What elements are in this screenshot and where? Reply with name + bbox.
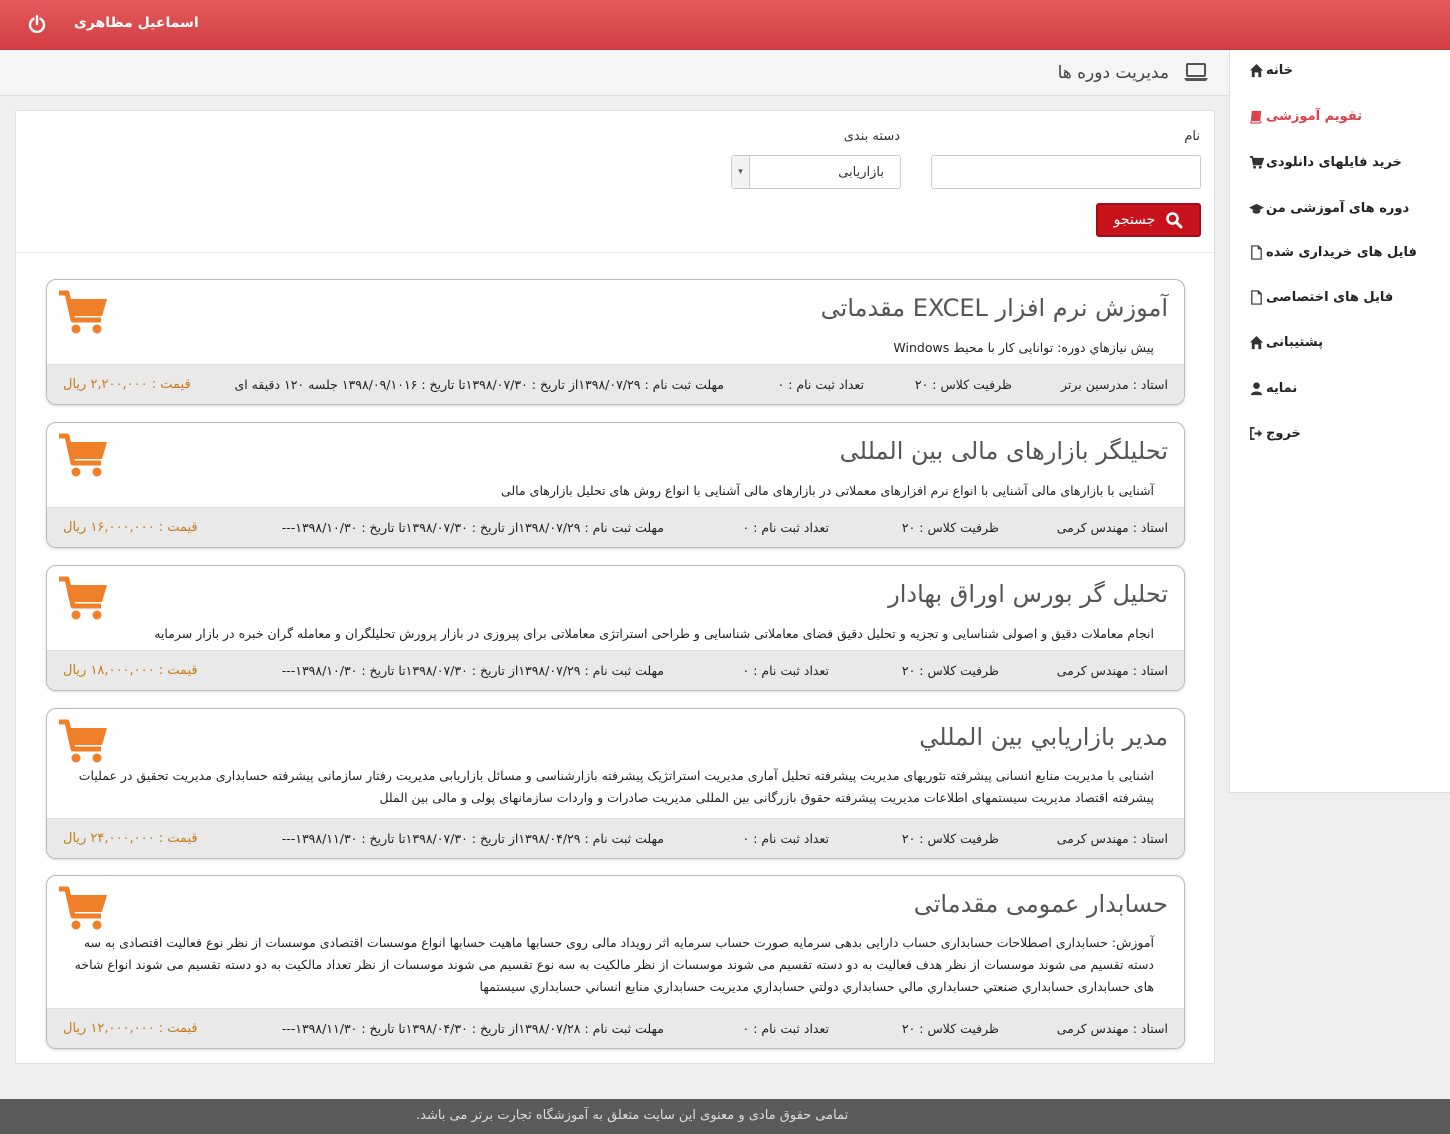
user-name[interactable]: اسماعیل مظاهری bbox=[74, 15, 199, 31]
category-select-value: بازاریابی bbox=[838, 165, 884, 180]
footer: تمامی حقوق مادی و معنوی این سایت متعلق ب… bbox=[0, 1099, 1450, 1134]
laptop-icon bbox=[1183, 61, 1209, 83]
home-icon bbox=[1246, 60, 1266, 80]
course-teacher: استاد : مهندس کرمی bbox=[1056, 663, 1168, 678]
sidebar-item-label: دوره های آموزشی من bbox=[1266, 200, 1410, 216]
sidebar-item-my-courses[interactable]: دوره های آموزشی من bbox=[1236, 188, 1436, 228]
course-description: آشنایی با بازارهای مالی آشنایی با انواع … bbox=[500, 483, 1154, 498]
course-capacity: ظرفیت کلاس : ۲۰ bbox=[901, 831, 999, 846]
search-button[interactable]: جستجو bbox=[1096, 203, 1201, 237]
course-capacity: ظرفیت کلاس : ۲۰ bbox=[901, 1021, 999, 1036]
sidebar-item-label: خرید فایلهای دانلودی bbox=[1266, 154, 1402, 170]
course-meta: استاد : مهندس کرمی ظرفیت کلاس : ۲۰ تعداد… bbox=[47, 650, 1184, 690]
search-form: نام دسته بندی ▾ بازاریابی جستجو bbox=[16, 111, 1214, 253]
course-capacity: ظرفیت کلاس : ۲۰ bbox=[901, 520, 999, 535]
name-label: نام bbox=[1184, 129, 1200, 144]
chevron-down-icon: ▾ bbox=[732, 156, 750, 188]
main-panel: نام دسته بندی ▾ بازاریابی جستجو آموزش نر… bbox=[15, 110, 1215, 1064]
sidebar-item-profile[interactable]: نمایه bbox=[1236, 368, 1436, 408]
course-price: قیمت : ۱۶,۰۰۰,۰۰۰ ریال bbox=[63, 520, 198, 535]
course-capacity: ظرفیت کلاس : ۲۰ bbox=[914, 377, 1012, 392]
course-price: قیمت : ۱۲,۰۰۰,۰۰۰ ریال bbox=[63, 1021, 198, 1036]
cart-icon[interactable] bbox=[57, 719, 109, 765]
course-card: آموزش نرم افزار EXCEL مقدماتی پیش نیازها… bbox=[46, 279, 1185, 405]
search-icon bbox=[1166, 212, 1183, 229]
search-button-label: جستجو bbox=[1113, 212, 1156, 228]
course-registration-dates: مهلت ثبت نام : ۱۳۹۸/۰۷/۲۹از تاریخ : ۱۳۹۸… bbox=[281, 520, 664, 535]
category-label: دسته بندی bbox=[843, 129, 900, 144]
course-registration-dates: مهلت ثبت نام : ۱۳۹۸/۰۷/۲۸از تاریخ : ۱۳۹۸… bbox=[281, 1021, 664, 1036]
page-header: مدیریت دوره ها bbox=[0, 50, 1229, 96]
course-description: پیش نیازهاي دوره: توانایی کار با محیط Wi… bbox=[893, 340, 1154, 355]
cart-icon[interactable] bbox=[57, 576, 109, 622]
cart-icon[interactable] bbox=[57, 290, 109, 336]
course-title[interactable]: مدیر بازاریابي بین المللي bbox=[919, 723, 1168, 751]
course-description: انجام معاملات دقیق و اصولی شناسایی و تجز… bbox=[154, 626, 1154, 641]
course-card: حسابدار عمومی مقدماتی آموزش: حسابداری اص… bbox=[46, 875, 1185, 1049]
course-registration-dates: مهلت ثبت نام : ۱۳۹۸/۰۷/۲۹از تاریخ : ۱۳۹۸… bbox=[234, 377, 724, 392]
course-teacher: استاد : مهندس کرمی bbox=[1056, 520, 1168, 535]
sidebar-item-purchased-files[interactable]: فایل های خریداری شده bbox=[1236, 232, 1436, 272]
course-title[interactable]: تحلیل گر بورس اوراق بهادار bbox=[888, 580, 1168, 608]
course-registration-dates: مهلت ثبت نام : ۱۳۹۸/۰۴/۲۹از تاریخ : ۱۳۹۸… bbox=[281, 831, 664, 846]
sidebar-item-label: خانه bbox=[1266, 62, 1294, 78]
sidebar-item-buy-files[interactable]: خرید فایلهای دانلودی bbox=[1236, 142, 1436, 182]
course-registered: تعداد ثبت نام : ۰ bbox=[742, 1021, 830, 1036]
course-teacher: استاد : مهندس کرمی bbox=[1056, 831, 1168, 846]
course-price: قیمت : ۲,۲۰۰,۰۰۰ ریال bbox=[63, 377, 191, 392]
course-price: قیمت : ۲۴,۰۰۰,۰۰۰ ریال bbox=[63, 831, 198, 846]
sidebar: خانه تقویم آموزشی خرید فایلهای دانلودی د… bbox=[1229, 50, 1450, 793]
course-card: تحلیلگر بازارهای مالی بین المللی آشنایی … bbox=[46, 422, 1185, 548]
file-icon bbox=[1246, 287, 1266, 307]
sidebar-item-private-files[interactable]: فایل های اختصاصی bbox=[1236, 277, 1436, 317]
course-title[interactable]: حسابدار عمومی مقدماتی bbox=[914, 890, 1168, 918]
course-card: تحلیل گر بورس اوراق بهادار انجام معاملات… bbox=[46, 565, 1185, 691]
category-select[interactable]: ▾ بازاریابی bbox=[731, 155, 901, 189]
sidebar-item-home[interactable]: خانه bbox=[1236, 50, 1436, 90]
course-registered: تعداد ثبت نام : ۰ bbox=[777, 377, 865, 392]
sidebar-item-label: فایل های خریداری شده bbox=[1266, 244, 1417, 260]
cart-icon[interactable] bbox=[57, 433, 109, 479]
course-registration-dates: مهلت ثبت نام : ۱۳۹۸/۰۷/۲۹از تاریخ : ۱۳۹۸… bbox=[281, 663, 664, 678]
sidebar-item-label: فایل های اختصاصی bbox=[1266, 289, 1394, 305]
course-description: اشنایی با مدیریت منابع انسانی پیشرفته تئ… bbox=[78, 768, 1154, 805]
course-meta: استاد : مهندس کرمی ظرفیت کلاس : ۲۰ تعداد… bbox=[47, 818, 1184, 858]
course-price: قیمت : ۱۸,۰۰۰,۰۰۰ ریال bbox=[63, 663, 198, 678]
name-input[interactable] bbox=[931, 155, 1201, 189]
course-teacher: استاد : مهندس کرمی bbox=[1056, 1021, 1168, 1036]
sidebar-item-label: تقویم آموزشی bbox=[1266, 108, 1363, 124]
course-teacher: استاد : مدرسین برتر bbox=[1060, 377, 1168, 392]
course-title[interactable]: تحلیلگر بازارهای مالی بین المللی bbox=[840, 437, 1168, 465]
sidebar-item-label: خروج bbox=[1266, 425, 1301, 441]
book-icon bbox=[1246, 106, 1266, 126]
sidebar-item-label: پشتیبانی bbox=[1266, 334, 1323, 350]
file-icon bbox=[1246, 242, 1266, 262]
course-registered: تعداد ثبت نام : ۰ bbox=[742, 520, 830, 535]
course-title[interactable]: آموزش نرم افزار EXCEL مقدماتی bbox=[821, 294, 1168, 322]
footer-copyright: تمامی حقوق مادی و معنوی این سایت متعلق ب… bbox=[416, 1108, 849, 1123]
course-registered: تعداد ثبت نام : ۰ bbox=[742, 663, 830, 678]
course-meta: استاد : مهندس کرمی ظرفیت کلاس : ۲۰ تعداد… bbox=[47, 1008, 1184, 1048]
cart-icon bbox=[1246, 152, 1266, 172]
sidebar-item-logout[interactable]: خروج bbox=[1236, 413, 1436, 453]
power-icon[interactable] bbox=[27, 14, 47, 34]
course-capacity: ظرفیت کلاس : ۲۰ bbox=[901, 663, 999, 678]
user-icon bbox=[1246, 378, 1266, 398]
course-meta: استاد : مهندس کرمی ظرفیت کلاس : ۲۰ تعداد… bbox=[47, 507, 1184, 547]
sidebar-item-support[interactable]: پشتیبانی bbox=[1236, 322, 1436, 362]
sidebar-item-education-calendar[interactable]: تقویم آموزشی bbox=[1236, 96, 1436, 136]
sign-out-icon bbox=[1246, 423, 1266, 443]
top-bar: اسماعیل مظاهری bbox=[0, 0, 1450, 50]
graduation-cap-icon bbox=[1246, 198, 1266, 218]
course-registered: تعداد ثبت نام : ۰ bbox=[742, 831, 830, 846]
course-description: آموزش: حسابداری اصطلاحات حسابداری حساب د… bbox=[74, 935, 1154, 994]
course-card: مدیر بازاریابي بین المللي اشنایی با مدیر… bbox=[46, 708, 1185, 859]
sidebar-item-label: نمایه bbox=[1266, 380, 1298, 396]
page-title: مدیریت دوره ها bbox=[1057, 63, 1169, 83]
course-meta: استاد : مدرسین برتر ظرفیت کلاس : ۲۰ تعدا… bbox=[47, 364, 1184, 404]
home-icon bbox=[1246, 332, 1266, 352]
cart-icon[interactable] bbox=[57, 886, 109, 932]
